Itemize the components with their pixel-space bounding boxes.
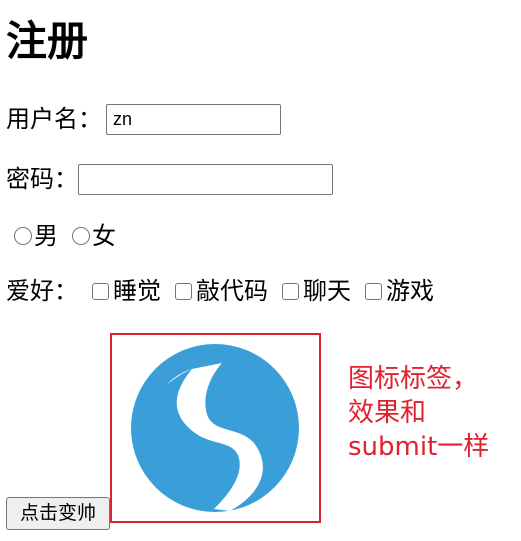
hobby-option-chat[interactable]: 聊天 bbox=[282, 275, 351, 307]
annotation-line-1: 图标标签， bbox=[348, 364, 479, 394]
hobby-label-sleep: 睡觉 bbox=[113, 277, 161, 305]
hobby-label-coding: 敲代码 bbox=[196, 277, 268, 305]
gender-row: 男 女 bbox=[14, 220, 116, 252]
hobby-option-game[interactable]: 游戏 bbox=[365, 275, 434, 307]
checkbox-game[interactable] bbox=[365, 282, 382, 300]
hobby-label: 爱好： bbox=[6, 277, 78, 305]
hobby-option-coding[interactable]: 敲代码 bbox=[175, 275, 268, 307]
image-submit-button[interactable] bbox=[110, 333, 321, 523]
annotation-note: 图标标签， 效果和 submit一样 bbox=[348, 362, 489, 464]
gender-option-male[interactable]: 男 bbox=[14, 220, 58, 252]
checkbox-coding[interactable] bbox=[175, 282, 192, 300]
page-title: 注册 bbox=[6, 17, 88, 65]
checkbox-sleep[interactable] bbox=[92, 282, 109, 300]
password-label: 密码： bbox=[6, 165, 78, 193]
hobby-option-sleep[interactable]: 睡觉 bbox=[92, 275, 161, 307]
radio-female[interactable] bbox=[72, 227, 90, 245]
hobby-label-chat: 聊天 bbox=[303, 277, 351, 305]
annotation-line-3: submit一样 bbox=[348, 432, 490, 462]
username-input[interactable] bbox=[106, 103, 281, 135]
hobby-row: 爱好： 睡觉 敲代码 聊天 游戏 bbox=[6, 275, 434, 307]
username-label: 用户名： bbox=[6, 105, 102, 133]
gender-label-male: 男 bbox=[34, 222, 58, 250]
swirl-logo-icon bbox=[131, 344, 299, 512]
password-row: 密码： bbox=[6, 163, 333, 195]
annotation-line-2: 效果和 bbox=[348, 398, 427, 428]
submit-button[interactable]: 点击变帅 bbox=[6, 497, 110, 530]
radio-male[interactable] bbox=[14, 227, 32, 245]
gender-option-female[interactable]: 女 bbox=[72, 220, 116, 252]
hobby-label-game: 游戏 bbox=[386, 277, 434, 305]
password-input[interactable] bbox=[78, 163, 333, 195]
checkbox-chat[interactable] bbox=[282, 282, 299, 300]
gender-label-female: 女 bbox=[92, 222, 116, 250]
username-row: 用户名： bbox=[6, 103, 281, 135]
